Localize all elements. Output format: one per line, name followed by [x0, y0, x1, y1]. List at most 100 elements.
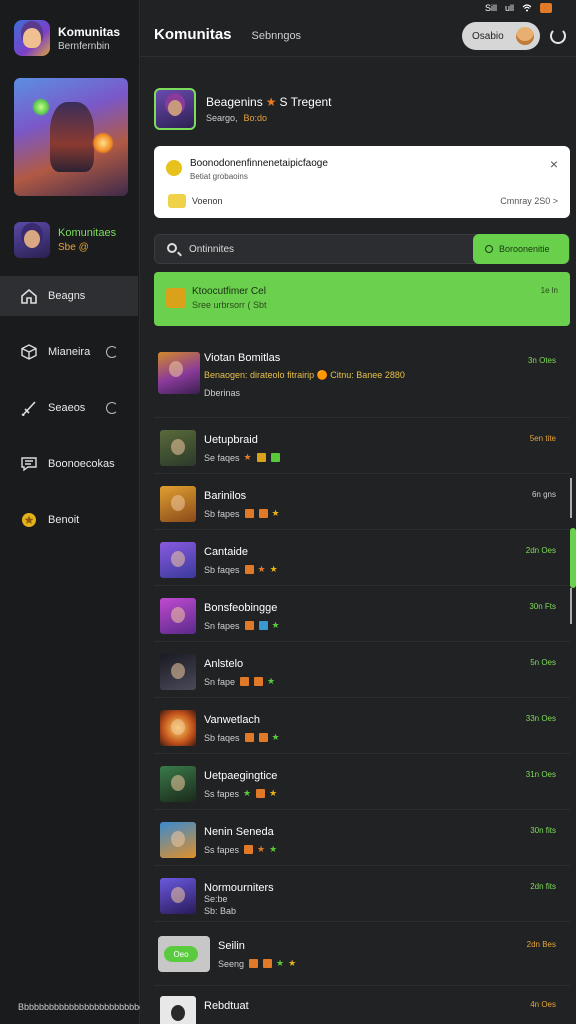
list-item-time: 4n Oes: [530, 1000, 556, 1009]
list-item-thumbnail: [160, 878, 196, 914]
community-name: Beagenins: [206, 95, 263, 109]
search-bar: Boroonenitie: [154, 234, 570, 264]
list-item-thumbnail: [160, 486, 196, 522]
scrollbar-track: [570, 478, 572, 518]
badge-icon: [258, 509, 268, 518]
list-item[interactable]: Vanwetlach Sb faqes ★ 33n Oes: [154, 698, 570, 754]
star-icon: ★: [271, 732, 280, 742]
battery-icon: [540, 3, 552, 13]
star-icon: ★: [257, 844, 266, 854]
community-list: Viotan Bomitlas Benaogen: dirateolo fitr…: [154, 340, 570, 1024]
list-item-subtext: Dberinas: [204, 388, 241, 398]
list-item[interactable]: Bonsfeobingge Sn fapes ★ 30n Fts: [154, 586, 570, 642]
close-icon[interactable]: ×: [550, 156, 558, 172]
list-item-meta: Se faqes: [204, 452, 240, 463]
featured-thumbnail: [158, 352, 200, 394]
user-profile[interactable]: Komunitaes Sbe @: [14, 222, 116, 258]
list-item-name: Normourniters: [204, 882, 274, 894]
badge-icon: [258, 621, 268, 630]
refresh-icon[interactable]: [550, 28, 566, 44]
list-item-time: 5n Oes: [530, 658, 556, 667]
list-item-thumbnail: [160, 654, 196, 690]
list-item[interactable]: Rebdtuat 4n Oes: [154, 986, 570, 1024]
list-item[interactable]: Normourniters Se:be Sb: Bab 2dn fits: [154, 866, 570, 922]
list-item-name: Vanwetlach: [204, 714, 261, 726]
account-button-label: Osabio: [472, 30, 504, 42]
highlight-card[interactable]: Ktoocutfimer Cel Sree urbrsorr ( Sbt 1e …: [154, 272, 570, 326]
sidebar-item-label: Mianeira: [48, 346, 91, 358]
notice-title: Boonodonenfinnenetaipicfaoge: [190, 158, 328, 169]
sidebar-item-benoit[interactable]: Benoit: [0, 500, 138, 540]
list-item[interactable]: Cantaide Sb faqes ★ ★ 2dn Oes: [154, 530, 570, 586]
app-title: Komunitas: [58, 24, 121, 39]
list-item-meta: Ss fapes: [204, 788, 240, 799]
scrollbar-thumb[interactable]: [570, 528, 576, 588]
sword-icon: [21, 401, 36, 416]
list-item-time: 5en tite: [529, 434, 556, 443]
star-icon: ★: [269, 844, 278, 854]
page-title: Komunitas: [154, 26, 232, 43]
notice-card[interactable]: Boonodonenfinnenetaipicfaoge Betiat grob…: [154, 146, 570, 218]
avatar: [516, 27, 534, 45]
sidebar-item-mianeira[interactable]: Mianeira: [0, 332, 138, 372]
refresh-icon: [106, 346, 118, 358]
tab-settings[interactable]: Sebnngos: [252, 30, 302, 42]
list-item-name: Anlstelo: [204, 658, 244, 670]
list-item-thumbnail: [160, 996, 196, 1024]
list-item-name: Rebdtuat: [204, 1000, 249, 1012]
star-icon: ★: [269, 564, 278, 574]
community-meta: Seargo,: [206, 113, 238, 123]
folder-icon: [168, 194, 186, 208]
community-banner-image[interactable]: [14, 78, 128, 196]
badge-icon: [254, 677, 264, 686]
search-button[interactable]: Boroonenitie: [473, 234, 569, 264]
avatar: [14, 222, 50, 258]
star-icon: ★: [288, 958, 297, 968]
sidebar-item-home[interactable]: Beagns: [0, 276, 138, 316]
account-button[interactable]: Osabio: [462, 22, 540, 50]
badge-icon: [244, 621, 254, 630]
notice-footer-label[interactable]: Voenon: [192, 196, 223, 206]
app-header[interactable]: Komunitas Bernfernbin: [14, 20, 120, 56]
circle-icon: [485, 245, 493, 253]
search-input[interactable]: [189, 241, 449, 257]
community-header[interactable]: Beagenins ★ S Tregent Seargo, Bo:do: [154, 88, 332, 130]
list-item-thumbnail: [160, 598, 196, 634]
star-icon: ★: [276, 958, 285, 968]
star-icon: ★: [271, 620, 280, 630]
scrollbar-track: [570, 588, 572, 624]
chat-icon: [21, 457, 37, 472]
refresh-icon: [106, 402, 118, 414]
list-item[interactable]: Oeo Seilin Seeng ★ ★ 2dn Bes: [154, 922, 570, 986]
sidebar-item-label: Beagns: [48, 290, 86, 302]
sidebar-item-boonoecokas[interactable]: Boonoecokas: [0, 444, 138, 484]
list-item-time: 33n Oes: [525, 714, 556, 723]
profile-name: Komunitaes: [58, 227, 117, 239]
list-item-featured[interactable]: Viotan Bomitlas Benaogen: dirateolo fitr…: [154, 340, 570, 418]
star-icon: ★: [271, 508, 280, 518]
list-item[interactable]: Uetpaegingtice Ss fapes ★ ★ 31n Oes: [154, 754, 570, 810]
sidebar-item-seaeos[interactable]: Seaeos: [0, 388, 138, 428]
badge-icon: [244, 509, 254, 518]
list-item-time: 31n Oes: [525, 770, 556, 779]
list-item[interactable]: Nenin Seneda Ss fapes ★ ★ 30n fits: [154, 810, 570, 866]
wifi-indicator: ull: [504, 3, 514, 13]
badge-icon: [244, 733, 254, 742]
star-icon: ★: [243, 788, 252, 798]
cube-icon: [21, 344, 37, 360]
list-item-time: 3n Otes: [527, 356, 556, 365]
list-item[interactable]: Barinilos Sb fapes ★ 6n gns: [154, 474, 570, 530]
list-item-thumbnail: [160, 766, 196, 802]
notice-footer-link[interactable]: Cmnray 2S0 >: [500, 196, 558, 206]
list-item-time: 6n gns: [531, 490, 556, 499]
list-item[interactable]: Uetupbraid Se faqes ★ 5en tite: [154, 418, 570, 474]
community-meta-highlight: Bo:do: [243, 113, 268, 123]
highlight-time: 1e ln: [540, 286, 558, 295]
star-icon: ★: [257, 564, 266, 574]
list-item[interactable]: Anlstelo Sn fape ★ 5n Oes: [154, 642, 570, 698]
star-icon: ★: [243, 452, 252, 462]
list-item-time: 2dn Oes: [525, 546, 556, 555]
sidebar-item-label: Seaeos: [48, 402, 86, 414]
app-logo: [14, 20, 50, 56]
badge-icon: [256, 789, 266, 798]
